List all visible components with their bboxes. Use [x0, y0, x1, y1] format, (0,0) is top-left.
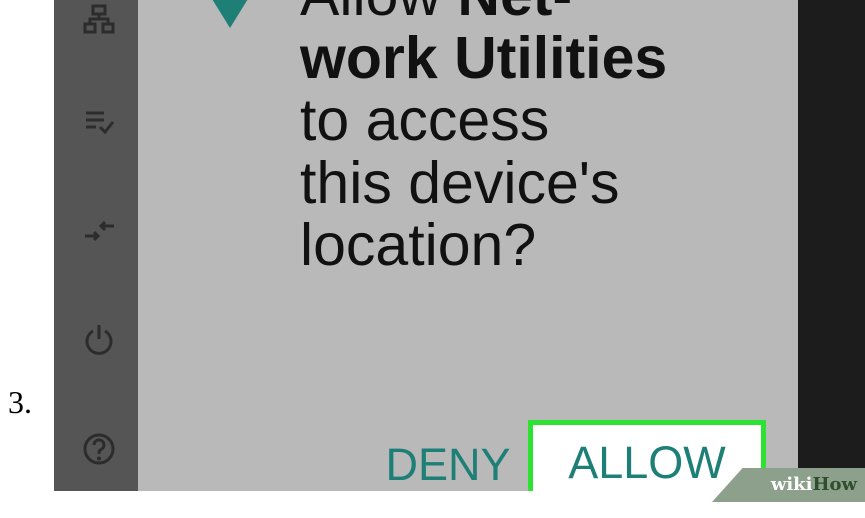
app-name: work Utilities [300, 24, 668, 91]
message-line: work Utilities [300, 24, 780, 91]
background-sidebar [54, 0, 138, 491]
background-right [798, 0, 865, 491]
message-line: to access [300, 87, 550, 153]
permission-dialog: Allow Net- work Utilities to access this… [138, 0, 798, 491]
dialog-message: Allow Net- work Utilities to access this… [300, 0, 780, 277]
location-pin-icon [200, 0, 260, 32]
step-number: 3. [8, 384, 32, 420]
message-line: location? [300, 212, 537, 278]
message-line: Allow Net- [300, 0, 780, 27]
phone-screen: Allow Net- work Utilities to access this… [54, 0, 865, 491]
power-icon [82, 322, 116, 356]
deny-button[interactable]: DENY [378, 436, 518, 491]
message-line: this device's [300, 149, 620, 216]
allow-button[interactable]: ALLOW [528, 420, 766, 491]
help-icon [82, 432, 116, 466]
network-icon [82, 2, 116, 36]
list-check-icon [82, 104, 116, 138]
transfer-icon [82, 214, 116, 248]
